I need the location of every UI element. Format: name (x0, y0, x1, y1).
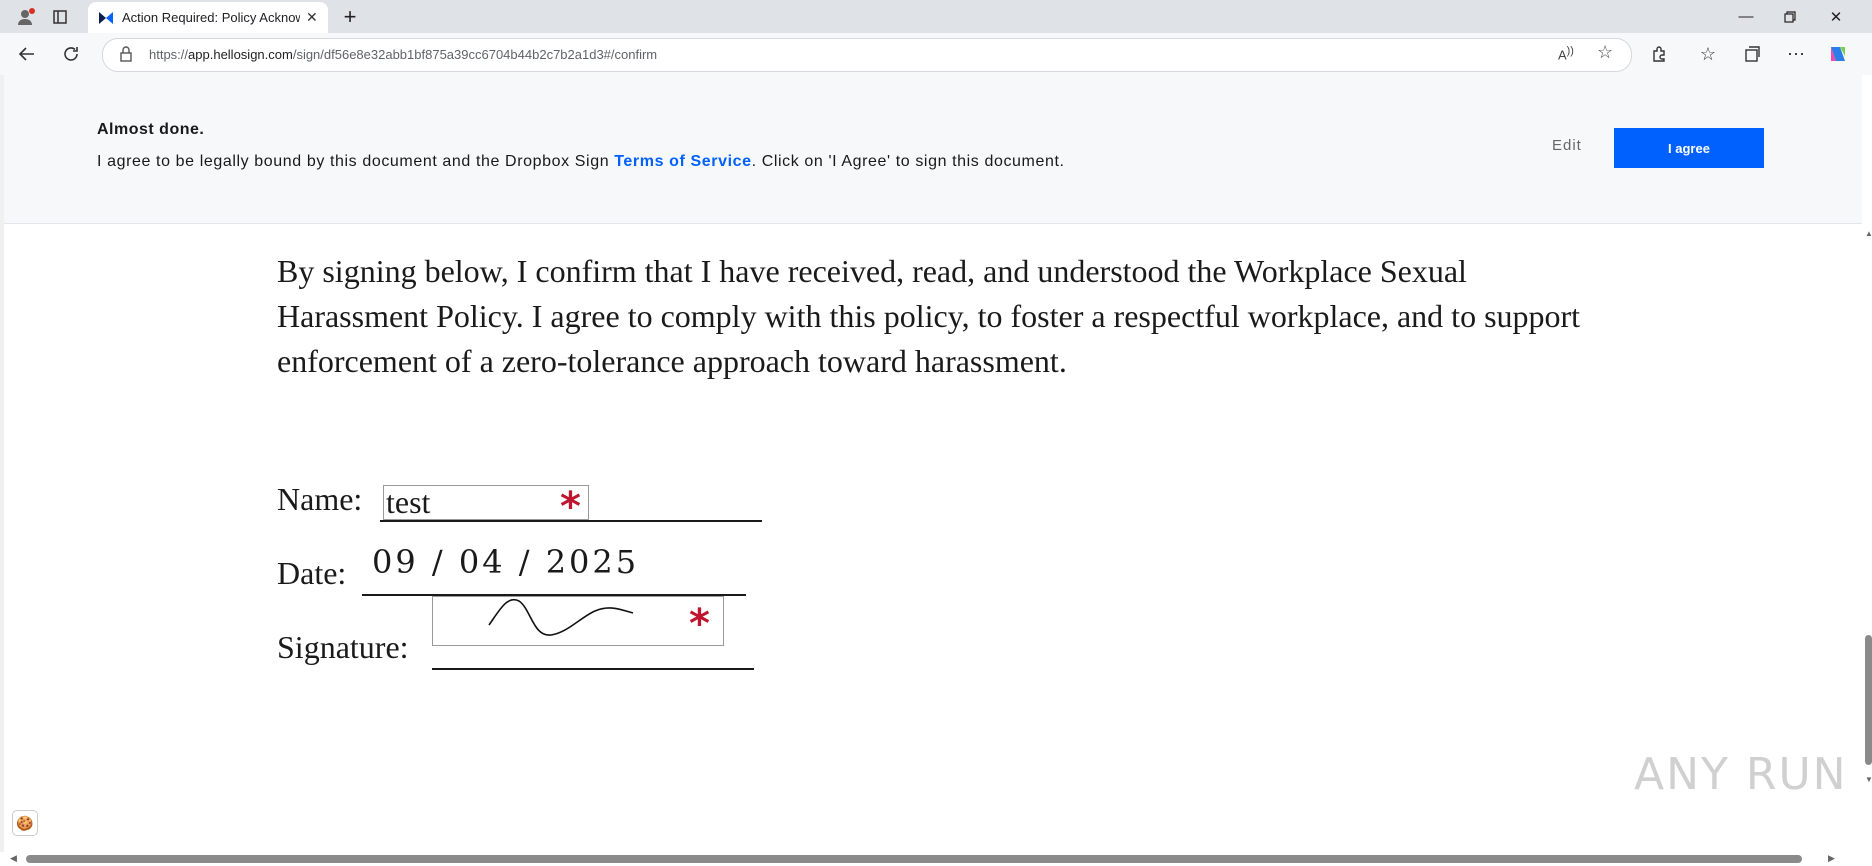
name-value: test (386, 484, 431, 520)
signature-label: Signature: (277, 629, 409, 665)
horizontal-scrollbar[interactable]: ◀ ▶ (0, 852, 1872, 866)
collections-icon[interactable] (1737, 39, 1767, 69)
browser-toolbar: https://app.hellosign.com/sign/df56e8e32… (0, 33, 1872, 76)
horizontal-scroll-thumb[interactable] (26, 855, 1802, 863)
signature-line (432, 668, 754, 670)
back-icon[interactable] (12, 39, 42, 69)
edit-button[interactable]: Edit (1552, 137, 1582, 154)
more-icon[interactable]: ⋯ (1781, 39, 1811, 69)
signature-required-marker: * (689, 601, 710, 647)
tab-title: Action Required: Policy Acknowle (122, 10, 300, 25)
tab-actions-icon[interactable] (38, 0, 82, 33)
favorite-icon[interactable]: ☆ (1597, 42, 1613, 63)
confirm-banner: Almost done. I agree to be legally bound… (4, 75, 1862, 224)
url-text[interactable]: https://app.hellosign.com/sign/df56e8e32… (149, 47, 657, 62)
terms-of-service-link[interactable]: Terms of Service (614, 153, 751, 170)
vertical-scrollbar[interactable]: ▲ ▼ (1862, 223, 1872, 791)
date-value: 09 / 04 / 2025 (372, 543, 640, 581)
banner-title: Almost done. (97, 121, 205, 138)
banner-text: I agree to be legally bound by this docu… (97, 153, 1065, 170)
lock-icon[interactable] (119, 46, 133, 67)
tab-strip: Action Required: Policy Acknowle ✕ + — ✕ (0, 0, 1872, 33)
new-tab-icon[interactable]: + (328, 0, 372, 33)
read-aloud-icon[interactable]: A)) (1558, 45, 1574, 62)
agree-button[interactable]: I agree (1614, 128, 1764, 168)
favorites-icon[interactable]: ☆ (1693, 39, 1723, 69)
acknowledgement-paragraph: By signing below, I confirm that I have … (277, 253, 1581, 379)
vertical-scroll-thumb[interactable] (1865, 635, 1872, 765)
refresh-icon[interactable] (56, 39, 86, 69)
signature-drawing (488, 598, 634, 636)
page-content: Almost done. I agree to be legally bound… (0, 75, 1872, 866)
scroll-left-icon[interactable]: ◀ (10, 853, 17, 864)
watermark-logo: ANY RUN (1634, 749, 1848, 800)
close-window-icon[interactable]: ✕ (1814, 0, 1858, 33)
signature-field[interactable]: * (432, 596, 724, 647)
restore-icon[interactable] (1768, 0, 1812, 33)
copilot-icon[interactable] (1823, 39, 1853, 69)
scroll-up-icon[interactable]: ▲ (1865, 229, 1872, 238)
scroll-right-icon[interactable]: ▶ (1828, 853, 1835, 864)
close-tab-icon[interactable]: ✕ (306, 9, 318, 26)
document-page: By signing below, I confirm that I have … (4, 223, 1862, 823)
address-bar[interactable]: https://app.hellosign.com/sign/df56e8e32… (102, 38, 1632, 72)
dropbox-sign-favicon (98, 10, 114, 26)
minimize-icon[interactable]: — (1724, 0, 1768, 33)
name-required-marker: * (560, 484, 581, 530)
date-label: Date: (277, 555, 347, 591)
scroll-down-icon[interactable]: ▼ (1865, 775, 1872, 784)
extensions-icon[interactable] (1644, 39, 1674, 69)
name-field[interactable]: test * (383, 484, 589, 530)
active-tab[interactable]: Action Required: Policy Acknowle ✕ (88, 2, 328, 33)
name-label: Name: (277, 481, 363, 517)
cookie-icon[interactable]: 🍪 (12, 810, 38, 836)
